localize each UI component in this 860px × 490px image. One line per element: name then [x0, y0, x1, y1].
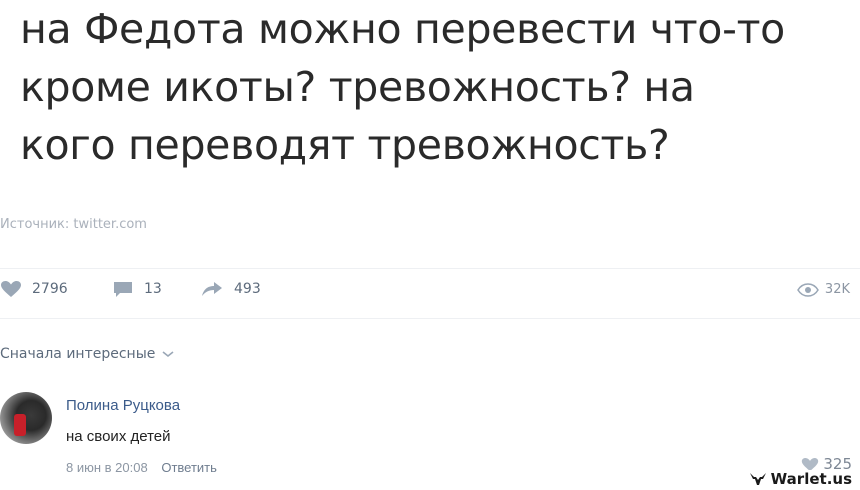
comment-date[interactable]: 8 июн в 20:08	[66, 460, 148, 475]
views-count: 32K	[824, 282, 850, 297]
eye-icon	[797, 282, 819, 297]
divider	[0, 268, 860, 269]
post-text: на Федота можно перевести что-то кроме и…	[20, 0, 850, 174]
avatar[interactable]	[0, 392, 52, 444]
sort-label: Сначала интересные	[0, 346, 156, 362]
comment-icon	[114, 282, 132, 297]
avatar-figure	[14, 414, 26, 436]
chevron-down-icon	[162, 351, 174, 358]
watermark-text: Warlet.us	[770, 470, 852, 488]
repost-icon	[202, 282, 222, 296]
repost-count: 493	[234, 281, 261, 297]
comment-button[interactable]: 13	[112, 280, 162, 298]
repost-button[interactable]: 493	[200, 280, 261, 298]
bull-logo-icon	[749, 473, 766, 485]
heart-icon	[1, 281, 21, 297]
divider	[0, 318, 860, 319]
comment-author[interactable]: Полина Руцкова	[66, 397, 180, 414]
comment-text: на своих детей	[66, 428, 171, 445]
comment-count: 13	[144, 281, 162, 297]
reply-button[interactable]: Ответить	[161, 460, 217, 475]
post-line: кроме икоты? тревожность? на	[20, 63, 695, 111]
comment-meta: 8 июн в 20:08 Ответить	[66, 460, 217, 475]
views-counter: 32K	[797, 282, 850, 297]
like-count: 2796	[32, 281, 68, 297]
comments-sort-dropdown[interactable]: Сначала интересные	[0, 346, 175, 362]
post-line: на Федота можно перевести что-то	[20, 5, 785, 53]
post-line: кого переводят тревожность?	[20, 121, 670, 169]
post-source[interactable]: Источник: twitter.com	[0, 217, 147, 232]
watermark: Warlet.us	[744, 470, 852, 488]
like-button[interactable]: 2796	[0, 280, 68, 298]
